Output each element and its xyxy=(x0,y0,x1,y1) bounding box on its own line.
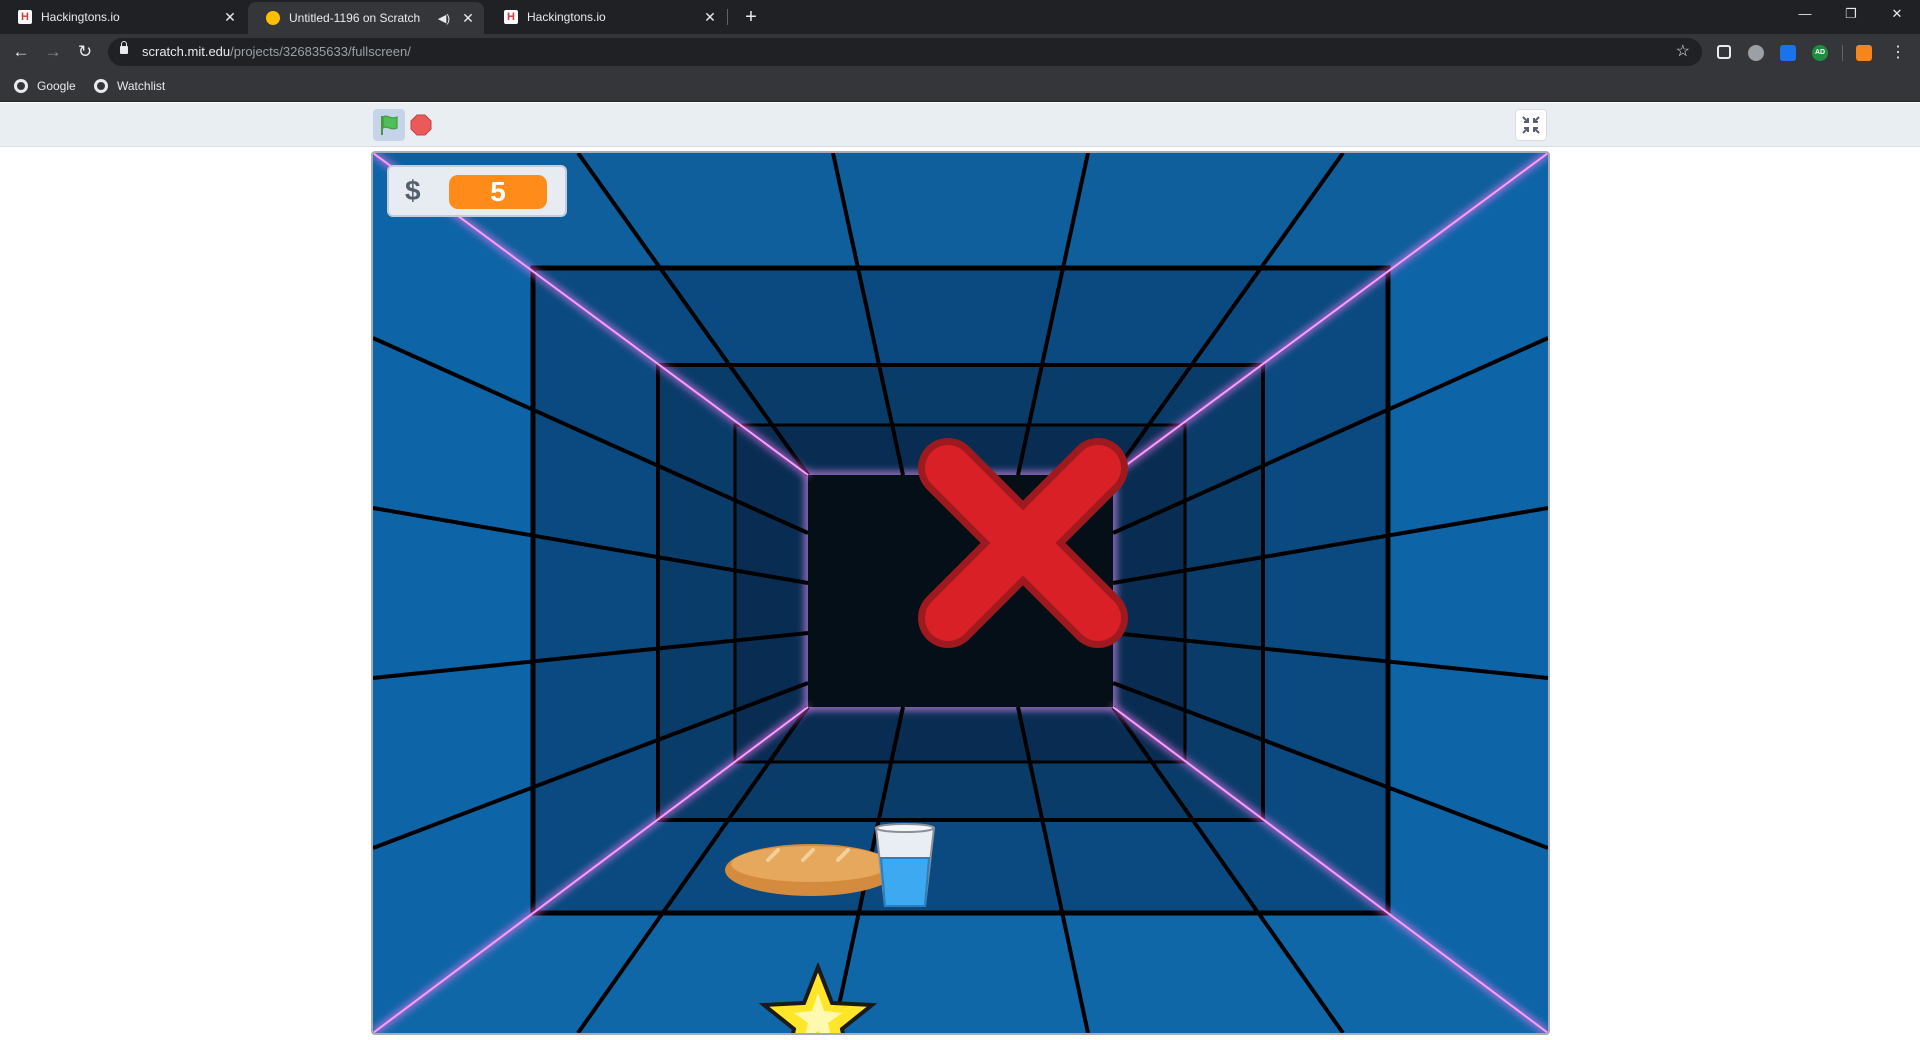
speaker-icon[interactable]: ◀) xyxy=(438,12,450,25)
bookmarks-bar: Google Watchlist xyxy=(0,70,1920,102)
new-tab-button[interactable]: + xyxy=(738,4,764,30)
scratch-player-controls xyxy=(0,103,1920,147)
url-text: scratch.mit.edu/projects/326835633/fulls… xyxy=(142,44,411,59)
window-close-button[interactable]: ✕ xyxy=(1874,0,1920,30)
exit-fullscreen-button[interactable] xyxy=(1515,109,1547,141)
tab-separator xyxy=(727,9,728,25)
water-glass-sprite[interactable] xyxy=(873,822,937,912)
exit-fullscreen-icon xyxy=(1522,116,1540,134)
stop-icon xyxy=(410,114,432,136)
green-flag-icon xyxy=(381,115,398,135)
red-x-sprite[interactable] xyxy=(908,428,1138,658)
stop-button[interactable] xyxy=(410,114,432,136)
bookmark-star-icon[interactable]: ☆ xyxy=(1676,41,1690,61)
bookmark-label: Google xyxy=(37,79,76,93)
tab-scratch[interactable]: Untitled-1196 on Scratch ◀) ✕ xyxy=(248,2,484,34)
fox-icon[interactable] xyxy=(1856,45,1872,61)
bookmark-google[interactable]: Google xyxy=(14,76,76,96)
hackingtons-favicon-icon xyxy=(504,10,518,24)
drive-icon[interactable] xyxy=(1717,45,1731,59)
tab-strip: Hackingtons.io ✕ Untitled-1196 on Scratc… xyxy=(0,0,1920,34)
hackingtons-favicon-icon xyxy=(18,10,32,24)
close-icon[interactable]: ✕ xyxy=(222,9,238,26)
green-flag-button[interactable] xyxy=(373,109,405,141)
browser-toolbar: ← → ↻ scratch.mit.edu/projects/326835633… xyxy=(0,34,1920,70)
browser-menu-icon[interactable]: ⋮ xyxy=(1890,42,1906,62)
bookmark-watchlist[interactable]: Watchlist xyxy=(94,76,165,96)
tab-title: Hackingtons.io xyxy=(527,10,606,24)
tab-hackingtons-2[interactable]: Hackingtons.io ✕ xyxy=(486,0,726,34)
globe-icon xyxy=(14,79,28,93)
close-icon[interactable]: ✕ xyxy=(702,9,718,26)
tab-title: Untitled-1196 on Scratch xyxy=(289,11,421,25)
money-monitor: $ 5 xyxy=(387,165,567,217)
close-icon[interactable]: ✕ xyxy=(460,10,476,27)
lock-icon xyxy=(120,41,128,54)
reload-button[interactable]: ↻ xyxy=(71,38,99,66)
tab-title: Hackingtons.io xyxy=(41,10,120,24)
tab-hackingtons-1[interactable]: Hackingtons.io ✕ xyxy=(0,0,246,34)
money-value: 5 xyxy=(449,175,547,209)
scratch-favicon-icon xyxy=(266,11,280,25)
scratch-stage[interactable]: $ 5 xyxy=(371,151,1550,1035)
restore-button[interactable]: ❐ xyxy=(1828,0,1874,30)
star-sprite[interactable] xyxy=(758,963,878,1035)
ad-blocker-icon[interactable]: AD xyxy=(1812,45,1828,61)
minimize-button[interactable]: — xyxy=(1782,0,1828,30)
bookmark-label: Watchlist xyxy=(117,79,166,93)
back-button[interactable]: ← xyxy=(7,38,35,66)
toolbar-divider xyxy=(1842,45,1843,61)
money-label: $ xyxy=(405,175,421,206)
globe-icon xyxy=(94,79,108,93)
forward-button[interactable]: → xyxy=(39,38,67,66)
translate-icon[interactable] xyxy=(1780,45,1796,61)
brain-icon[interactable] xyxy=(1748,45,1764,61)
address-bar[interactable]: scratch.mit.edu/projects/326835633/fulls… xyxy=(108,38,1702,66)
